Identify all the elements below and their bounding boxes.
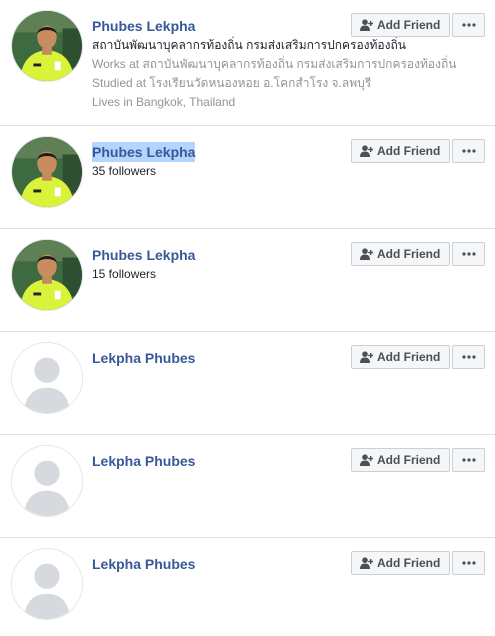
- more-dots-icon: [461, 355, 476, 359]
- result-row: Lekpha Phubes Add Friend: [0, 435, 495, 538]
- result-detail-line: Works at สถาบันพัฒนาบุคลากรท้องถิ่น กรมส…: [92, 57, 457, 71]
- more-dots-icon: [461, 252, 476, 256]
- profile-name-link[interactable]: Phubes Lekpha: [92, 142, 196, 162]
- result-actions: Add Friend: [351, 13, 485, 37]
- add-friend-icon: [360, 248, 377, 260]
- add-friend-label: Add Friend: [377, 247, 441, 261]
- add-friend-label: Add Friend: [377, 144, 441, 158]
- result-row: Phubes Lekpha สถาบันพัฒนาบุคลากรท้องถิ่น…: [0, 0, 495, 126]
- profile-name-link[interactable]: Phubes Lekpha: [92, 16, 195, 36]
- add-friend-label: Add Friend: [377, 18, 441, 32]
- profile-name-link[interactable]: Lekpha Phubes: [92, 451, 195, 471]
- add-friend-button[interactable]: Add Friend: [351, 448, 450, 472]
- result-info: Lekpha Phubes: [92, 348, 345, 368]
- add-friend-icon: [360, 557, 377, 569]
- more-dots-icon: [461, 23, 476, 27]
- profile-name-link[interactable]: Lekpha Phubes: [92, 348, 195, 368]
- result-detail-line: Lives in Bangkok, Thailand: [92, 95, 236, 109]
- profile-avatar[interactable]: [11, 239, 83, 311]
- result-row: Lekpha Phubes Add Friend: [0, 538, 495, 636]
- profile-avatar[interactable]: [11, 445, 83, 517]
- more-options-button[interactable]: [452, 551, 485, 575]
- result-actions: Add Friend: [351, 345, 485, 369]
- add-friend-button[interactable]: Add Friend: [351, 139, 450, 163]
- add-friend-label: Add Friend: [377, 453, 441, 467]
- profile-avatar[interactable]: [11, 136, 83, 208]
- add-friend-icon: [360, 351, 377, 363]
- add-friend-label: Add Friend: [377, 350, 441, 364]
- add-friend-button[interactable]: Add Friend: [351, 551, 450, 575]
- add-friend-icon: [360, 454, 377, 466]
- more-options-button[interactable]: [452, 448, 485, 472]
- result-detail-line: 35 followers: [92, 164, 157, 178]
- profile-avatar[interactable]: [11, 10, 83, 82]
- profile-avatar[interactable]: [11, 548, 83, 620]
- more-dots-icon: [461, 149, 476, 153]
- profile-avatar[interactable]: [11, 342, 83, 414]
- more-options-button[interactable]: [452, 345, 485, 369]
- result-info: Lekpha Phubes: [92, 451, 345, 471]
- more-options-button[interactable]: [452, 242, 485, 266]
- add-friend-button[interactable]: Add Friend: [351, 242, 450, 266]
- add-friend-icon: [360, 19, 377, 31]
- add-friend-button[interactable]: Add Friend: [351, 13, 450, 37]
- result-row: Phubes Lekpha 35 followers Add Friend: [0, 126, 495, 229]
- result-row: Lekpha Phubes Add Friend: [0, 332, 495, 435]
- result-info: Phubes Lekpha 35 followers: [92, 142, 345, 181]
- result-info: Phubes Lekpha 15 followers: [92, 245, 345, 284]
- result-detail-line: Studied at โรงเรียนวัดหนองหอย อ.โคกสำโรง…: [92, 76, 372, 90]
- result-actions: Add Friend: [351, 448, 485, 472]
- result-actions: Add Friend: [351, 242, 485, 266]
- result-detail-line: 15 followers: [92, 267, 157, 281]
- add-friend-label: Add Friend: [377, 556, 441, 570]
- add-friend-icon: [360, 145, 377, 157]
- result-detail-line: สถาบันพัฒนาบุคลากรท้องถิ่น กรมส่งเสริมกา…: [92, 38, 406, 52]
- more-dots-icon: [461, 561, 476, 565]
- add-friend-button[interactable]: Add Friend: [351, 345, 450, 369]
- result-actions: Add Friend: [351, 139, 485, 163]
- result-actions: Add Friend: [351, 551, 485, 575]
- more-dots-icon: [461, 458, 476, 462]
- profile-name-link[interactable]: Phubes Lekpha: [92, 245, 195, 265]
- result-row: Phubes Lekpha 15 followers Add Friend: [0, 229, 495, 332]
- result-info: Phubes Lekpha สถาบันพัฒนาบุคลากรท้องถิ่น…: [92, 16, 457, 112]
- profile-name-link[interactable]: Lekpha Phubes: [92, 554, 195, 574]
- more-options-button[interactable]: [452, 13, 485, 37]
- result-info: Lekpha Phubes: [92, 554, 345, 574]
- more-options-button[interactable]: [452, 139, 485, 163]
